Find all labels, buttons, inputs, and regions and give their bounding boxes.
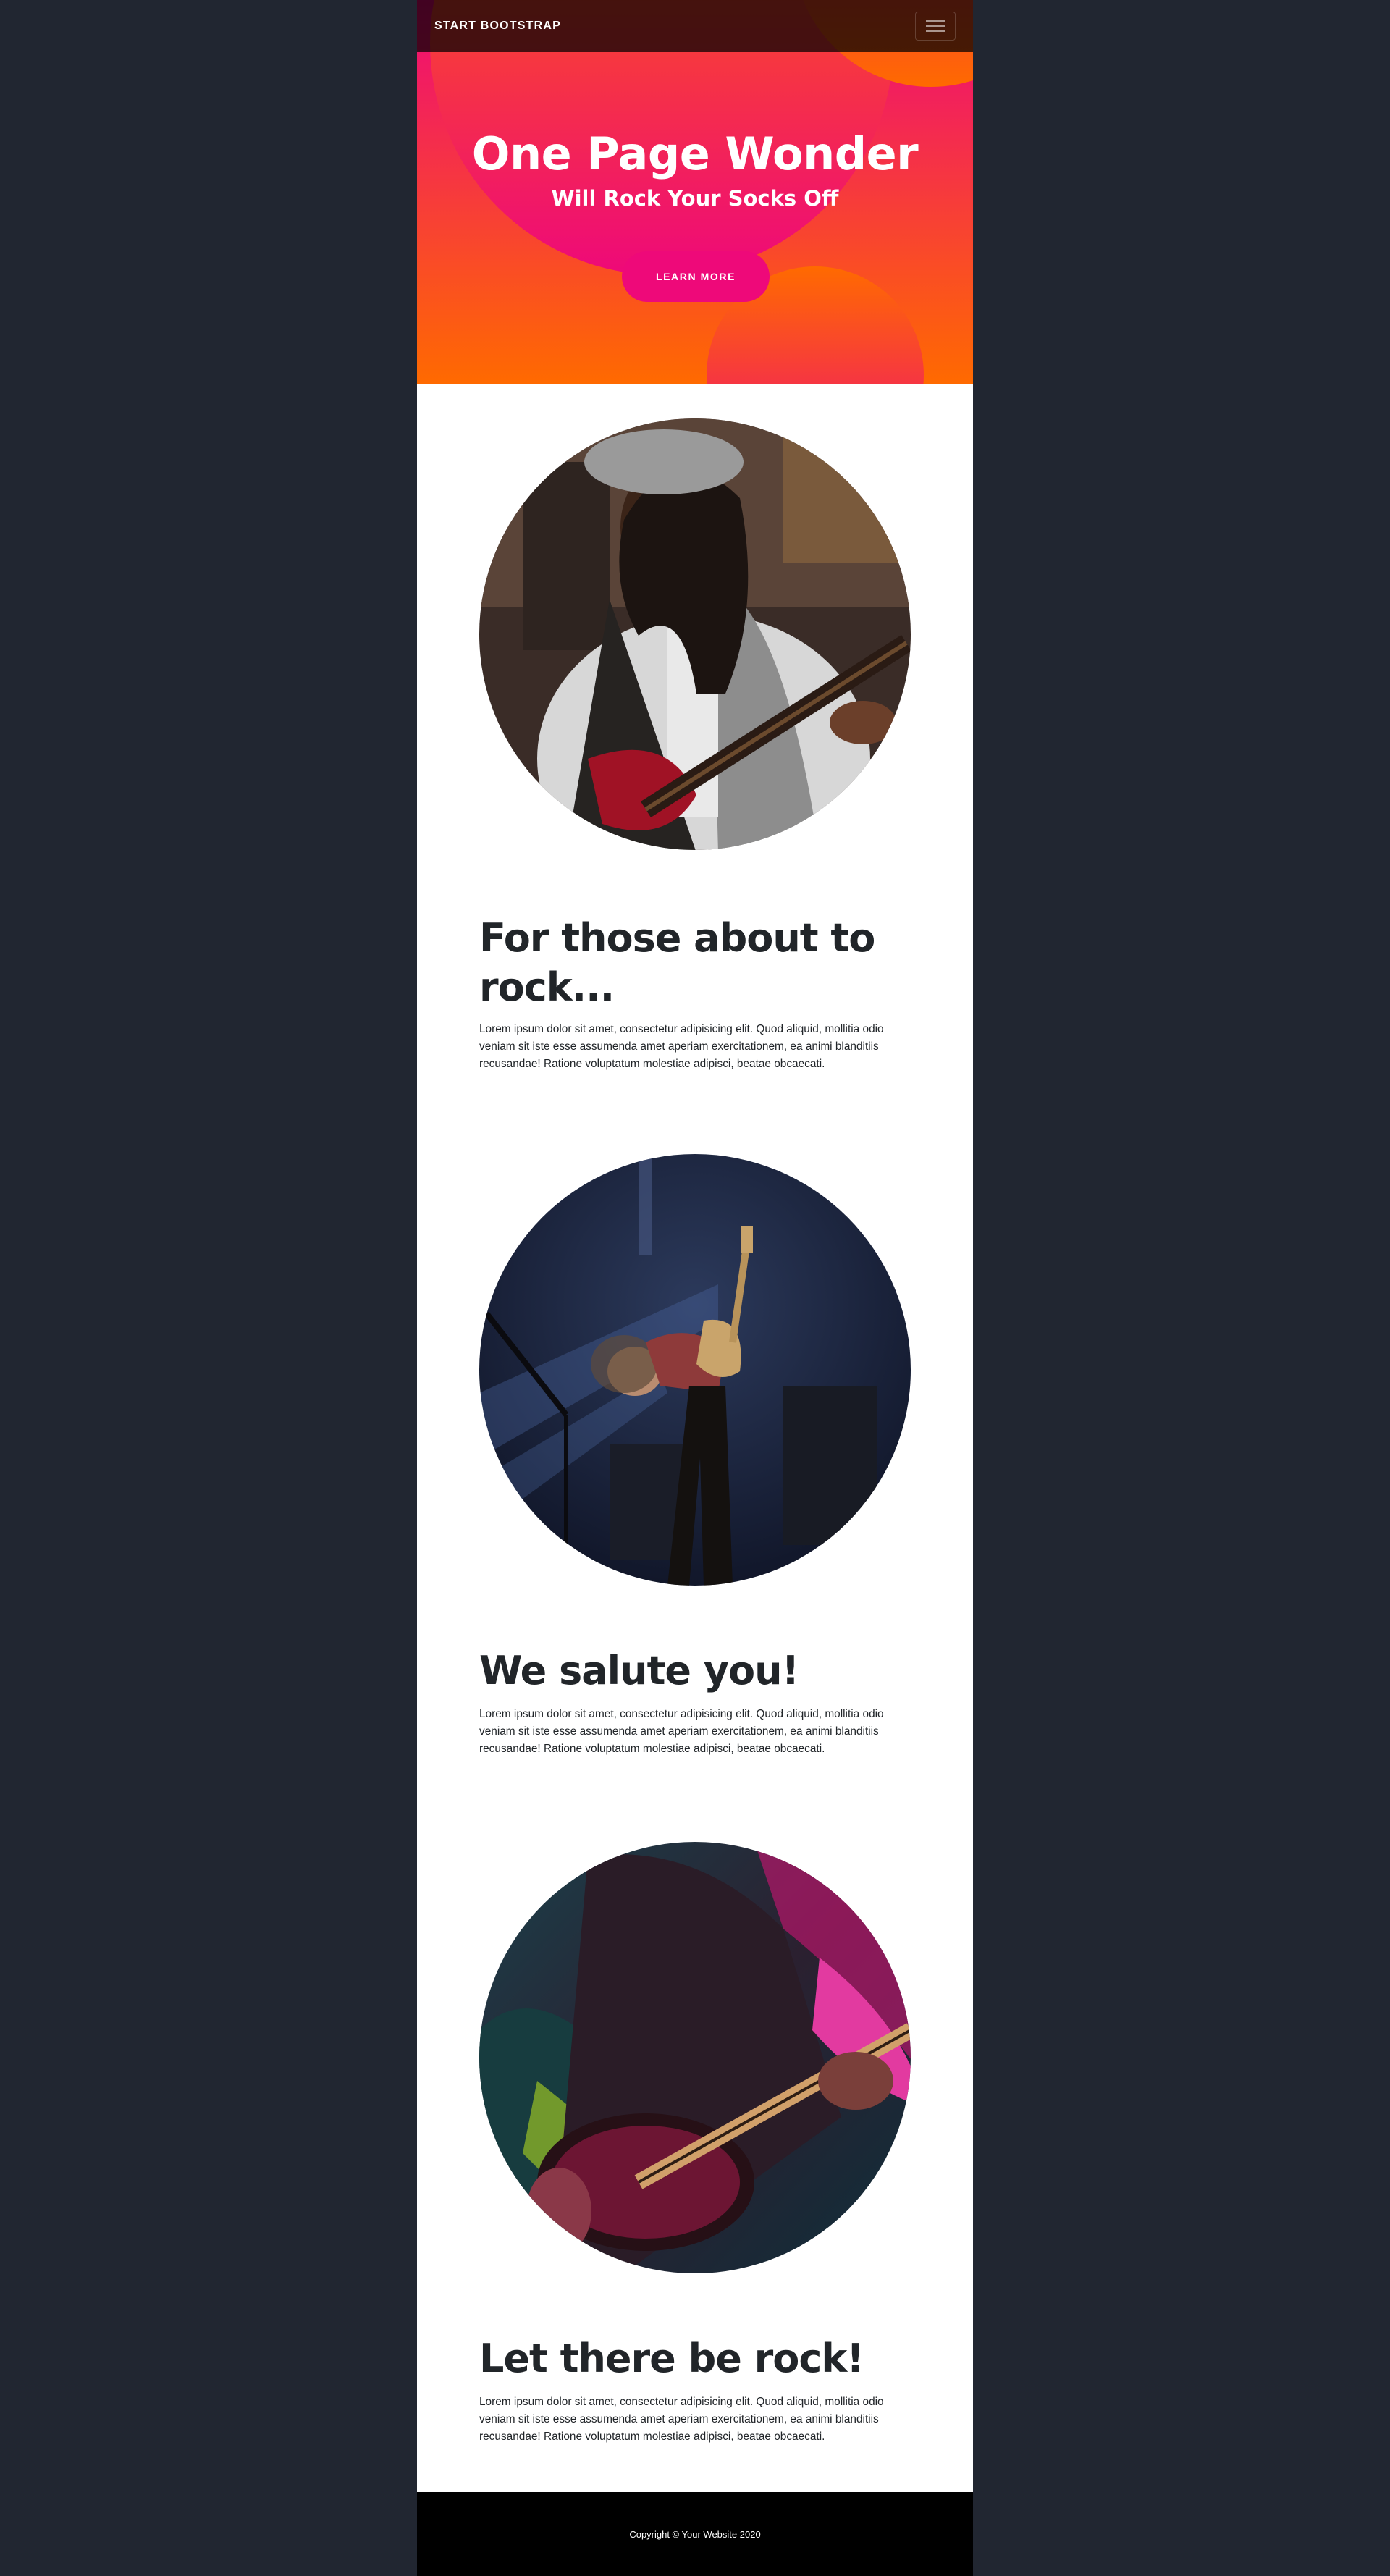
footer: Copyright © Your Website 2020 — [417, 2492, 973, 2576]
navbar: Start Bootstrap — [417, 0, 973, 52]
section-1: For those about to rock... Lorem ipsum d… — [417, 384, 973, 1122]
navbar-brand[interactable]: Start Bootstrap — [434, 20, 561, 33]
footer-copyright: Copyright © Your Website 2020 — [629, 2528, 761, 2540]
section-1-text: Lorem ipsum dolor sit amet, consectetur … — [479, 1023, 884, 1070]
section-3-text: Lorem ipsum dolor sit amet, consectetur … — [479, 2396, 884, 2443]
hero-title: One Page Wonder — [471, 127, 919, 180]
hamburger-menu-icon — [926, 19, 945, 33]
section-1-title: For those about to rock... — [479, 915, 875, 1010]
learn-more-button[interactable]: Learn More — [622, 251, 770, 302]
guitar-closeup-photo — [479, 1842, 911, 2273]
section-2-text: Lorem ipsum dolor sit amet, consectetur … — [479, 1708, 884, 1755]
navbar-toggler[interactable] — [915, 12, 956, 41]
masthead: One Page Wonder Will Rock Your Socks Off… — [417, 0, 973, 384]
hero-content: One Page Wonder Will Rock Your Socks Off… — [417, 0, 973, 384]
section-3-title: Let there be rock! — [479, 2336, 864, 2381]
guitarist-woman-photo — [479, 418, 911, 850]
hero-subtitle: Will Rock Your Socks Off — [551, 186, 839, 211]
section-2-title: We salute you! — [479, 1648, 799, 1693]
section-2: We salute you! Lorem ipsum dolor sit ame… — [417, 1122, 973, 1810]
guitarist-stage-photo — [479, 1154, 911, 1586]
section-3: Let there be rock! Lorem ipsum dolor sit… — [417, 1810, 973, 2492]
page: One Page Wonder Will Rock Your Socks Off… — [417, 0, 973, 2576]
